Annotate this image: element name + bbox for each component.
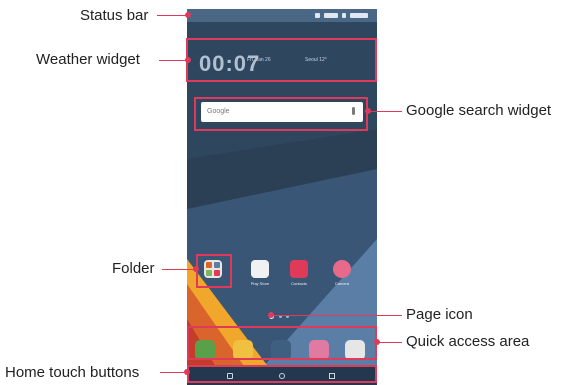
- play-store-app[interactable]: Play Store: [245, 260, 275, 286]
- status-bar-label: Status bar: [80, 7, 149, 24]
- page-icon-label: Page icon: [406, 306, 473, 323]
- page-icon-leader: [271, 315, 402, 316]
- home-touch-highlight: [187, 365, 377, 383]
- clock-icon: [350, 13, 368, 18]
- signal-icon: [324, 13, 338, 18]
- wifi-icon: [315, 13, 320, 18]
- contacts-icon: [290, 260, 308, 278]
- page-icon-dot: [268, 312, 274, 318]
- home-touch-dot: [184, 369, 190, 375]
- folder-leader: [162, 269, 196, 270]
- weather-leader: [159, 60, 187, 61]
- weather-widget-label: Weather widget: [36, 51, 140, 68]
- contacts-app[interactable]: Contacts: [284, 260, 314, 286]
- quick-access-dot: [374, 339, 380, 345]
- folder-dot: [193, 266, 199, 272]
- status-bar-dot: [185, 12, 191, 18]
- search-leader: [368, 111, 402, 112]
- battery-icon: [342, 13, 346, 18]
- status-bar-leader: [157, 15, 188, 16]
- camera-icon: [333, 260, 351, 278]
- contacts-label: Contacts: [291, 281, 307, 286]
- quick-access-highlight: [187, 326, 377, 360]
- play-store-label: Play Store: [250, 281, 270, 286]
- quick-access-area-label: Quick access area: [406, 333, 530, 350]
- status-bar: [187, 9, 377, 22]
- home-touch-buttons-label: Home touch buttons: [5, 364, 140, 381]
- play-store-icon: [251, 260, 269, 278]
- folder-highlight: [196, 254, 232, 288]
- camera-app[interactable]: Camera: [327, 260, 357, 286]
- folder-label: Folder: [112, 260, 155, 277]
- weather-dot: [185, 57, 191, 63]
- camera-label: Camera: [334, 281, 350, 286]
- google-search-highlight: [194, 97, 368, 131]
- home-touch-leader: [160, 372, 187, 373]
- quick-access-leader: [377, 342, 402, 343]
- google-search-widget-label: Google search widget: [406, 102, 552, 119]
- weather-widget-highlight: [186, 38, 377, 82]
- search-dot: [365, 108, 371, 114]
